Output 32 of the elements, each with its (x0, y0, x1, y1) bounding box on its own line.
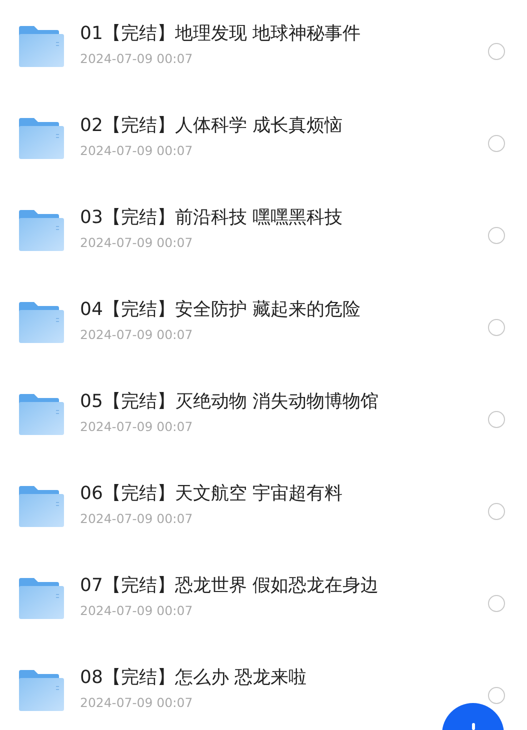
select-radio[interactable] (488, 410, 505, 428)
folder-name: 01【完结】地理发现 地球神秘事件 (80, 22, 362, 44)
folder-name: 05【完结】灭绝动物 消失动物博物馆 (80, 390, 380, 412)
folder-icon (18, 25, 64, 67)
folder-icon (18, 485, 64, 527)
folder-name: 03【完结】前沿科技 嘿嘿黑科技 (80, 206, 344, 228)
folder-name: 04【完结】安全防护 藏起来的危险 (80, 298, 362, 320)
select-radio[interactable] (488, 134, 505, 152)
select-radio[interactable] (488, 686, 505, 704)
folder-name: 07【完结】恐龙世界 假如恐龙在身边 (80, 574, 380, 596)
folder-name: 02【完结】人体科学 成长真烦恼 (80, 114, 344, 136)
folder-icon (18, 209, 64, 251)
folder-name: 06【完结】天文航空 宇宙超有料 (80, 482, 344, 504)
modified-date: 2024-07-09 00:07 (80, 418, 194, 436)
select-radio[interactable] (488, 594, 505, 612)
folder-icon (18, 117, 64, 159)
folder-icon (18, 393, 64, 435)
folder-icon (18, 301, 64, 343)
modified-date: 2024-07-09 00:07 (80, 234, 194, 252)
modified-date: 2024-07-09 00:07 (80, 694, 194, 712)
select-radio[interactable] (488, 226, 505, 244)
folder-name: 08【完结】怎么办 恐龙来啦 (80, 666, 308, 688)
modified-date: 2024-07-09 00:07 (80, 326, 194, 344)
modified-date: 2024-07-09 00:07 (80, 142, 194, 160)
select-radio[interactable] (488, 318, 505, 336)
folder-icon (18, 669, 64, 711)
select-radio[interactable] (488, 502, 505, 520)
folder-icon (18, 577, 64, 619)
modified-date: 2024-07-09 00:07 (80, 602, 194, 620)
modified-date: 2024-07-09 00:07 (80, 50, 194, 68)
modified-date: 2024-07-09 00:07 (80, 510, 194, 528)
select-radio[interactable] (488, 42, 505, 60)
